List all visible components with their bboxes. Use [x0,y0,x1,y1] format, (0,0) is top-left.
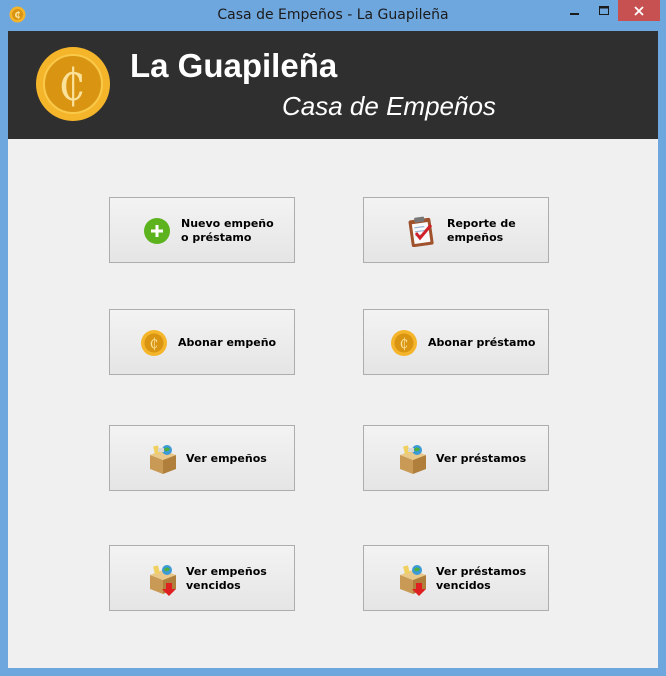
title-bar[interactable]: ₵ Casa de Empeños - La Guapileña [0,0,666,31]
coin-icon: ₵ [391,330,417,356]
coin-logo-icon: ₵ [36,47,110,121]
view-expired-loans-button[interactable]: Ver préstamos vencidos [363,545,549,611]
header-banner: ₵ La Guapileña Casa de Empeños [8,31,658,139]
close-icon [634,5,644,16]
view-loans-button[interactable]: Ver préstamos [363,425,549,491]
pay-loan-label: Abonar préstamo [428,336,536,349]
brand-name: La Guapileña [130,47,338,84]
brand-tagline: Casa de Empeños [282,91,496,121]
svg-text:₵: ₵ [150,336,159,352]
new-pawn-label: Nuevo empeño o préstamo [181,217,274,244]
maximize-button[interactable] [590,0,618,21]
svg-text:₵: ₵ [400,336,409,352]
new-pawn-or-loan-button[interactable]: Nuevo empeño o préstamo [109,197,295,263]
pay-loan-button[interactable]: ₵ Abonar préstamo [363,309,549,375]
view-expired-pawns-button[interactable]: Ver empeños vencidos [109,545,295,611]
svg-text:₵: ₵ [58,60,86,111]
pay-pawn-label: Abonar empeño [178,336,277,349]
view-expired-pawns-label: Ver empeños vencidos [186,565,267,592]
box-icon [150,445,176,474]
pawn-report-button[interactable]: Reporte de empeños [363,197,549,263]
minimize-button[interactable] [560,0,590,21]
view-pawns-button[interactable]: Ver empeños [109,425,295,491]
app-window: ₵ Casa de Empeños - La Guapileña ₵ La Gu… [0,0,666,676]
close-button[interactable] [618,0,660,21]
view-expired-loans-label: Ver préstamos vencidos [436,565,527,592]
clipboard-check-icon [408,216,434,247]
pay-pawn-button[interactable]: ₵ Abonar empeño [109,309,295,375]
plus-circle-icon [144,218,170,244]
maximize-icon [599,5,609,15]
view-pawns-label: Ver empeños [186,452,267,465]
pawn-report-label: Reporte de empeños [447,217,516,244]
view-loans-label: Ver préstamos [436,452,527,465]
box-icon [400,445,426,474]
main-panel: ₵ La Guapileña Casa de Empeños Nuevo emp… [8,31,658,668]
minimize-icon [570,12,579,15]
box-expired-icon [400,565,426,596]
coin-icon: ₵ [141,330,167,356]
box-expired-icon [150,565,176,596]
